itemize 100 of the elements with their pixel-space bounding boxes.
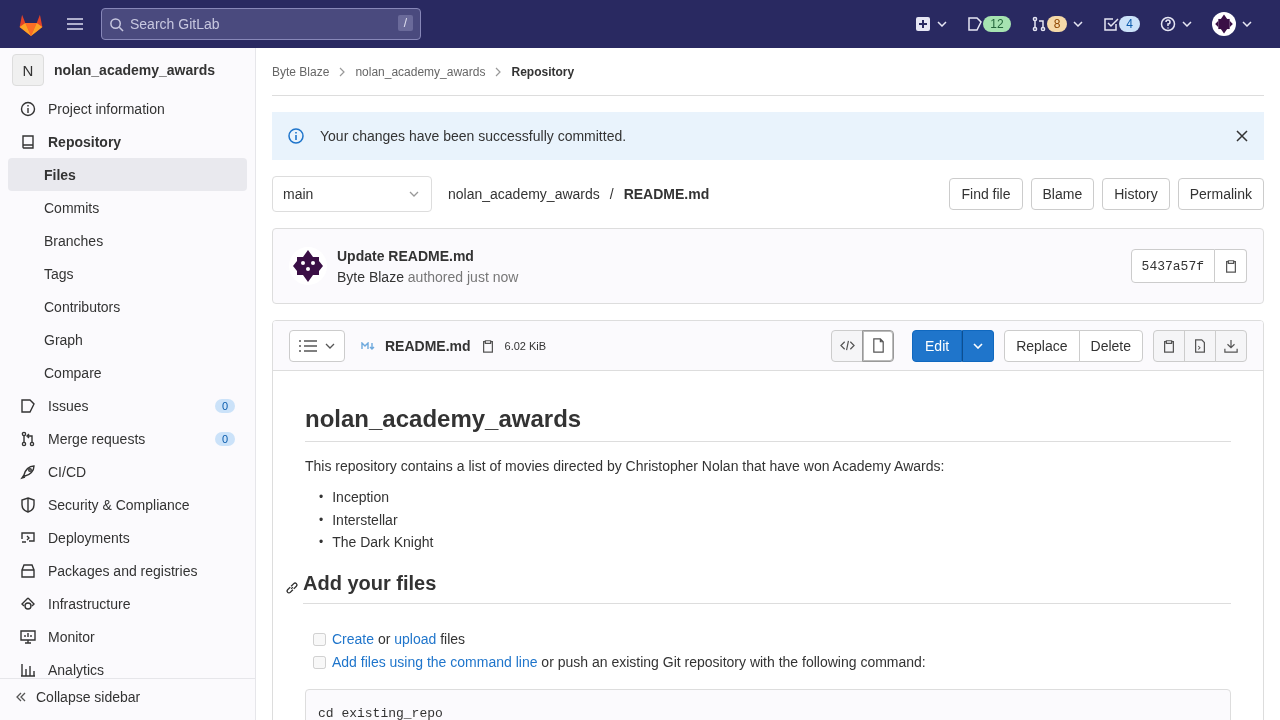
merge-requests-button[interactable]: 8 (1030, 12, 1084, 36)
close-icon[interactable] (1236, 130, 1248, 142)
sidebar-item[interactable]: Monitor (8, 620, 247, 653)
rocket-icon (20, 463, 36, 480)
task-text: Add files using the command line or push an existing Git repository with the following command: (332, 654, 926, 670)
bullet: • (319, 534, 324, 551)
clipboard-icon[interactable] (480, 338, 495, 353)
task-text: Create or upload files (332, 631, 466, 647)
file-action-button[interactable]: Permalink (1177, 178, 1264, 210)
chevron-down-icon (409, 191, 419, 197)
path-link[interactable]: README.md (623, 186, 710, 202)
info-icon (288, 128, 304, 144)
sidebar-item[interactable]: Security & Compliance (8, 488, 247, 521)
download-button[interactable] (1215, 329, 1247, 362)
sidebar-subitem[interactable]: Tags (8, 257, 247, 290)
section-heading: Add your files (303, 571, 1231, 604)
download-icon (1224, 338, 1238, 353)
text-link[interactable]: Create (332, 631, 375, 647)
sidebar-item[interactable]: Analytics (8, 653, 247, 678)
copy-button[interactable] (1215, 249, 1247, 283)
sidebar-item[interactable]: Merge requests 0 (8, 422, 247, 455)
breadcrumb-link[interactable]: Repository (511, 64, 575, 79)
list-item: The Dark Knight (332, 533, 434, 552)
sidebar-subitem[interactable]: Compare (8, 356, 247, 389)
text-link[interactable]: Add files using the command line (332, 654, 538, 670)
count-badge: 0 (214, 398, 235, 413)
sidebar-item[interactable]: CI/CD (8, 455, 247, 488)
breadcrumb-link[interactable]: Byte Blaze (272, 64, 330, 79)
bullet: • (319, 489, 324, 506)
deployment-icon (20, 529, 36, 546)
book-icon (20, 133, 36, 150)
clipboard-icon (1162, 338, 1176, 353)
chevron-down-icon (325, 342, 335, 349)
path-link[interactable]: nolan_academy_awards (448, 186, 600, 202)
list-icon (299, 339, 317, 352)
chart-icon (20, 661, 36, 678)
search-icon (109, 17, 124, 32)
copy-contents-button[interactable] (1153, 329, 1185, 362)
issue-icon (20, 397, 36, 414)
chevron-right-icon (339, 66, 346, 77)
file-size: 6.02 KiB (504, 339, 547, 352)
file-action-button[interactable]: Find file (949, 178, 1023, 210)
sidebar-subitem[interactable]: Contributors (8, 290, 247, 323)
project-avatar[interactable]: N (12, 54, 44, 86)
count-badge: 8 (1046, 16, 1068, 32)
list-item: Interstellar (332, 510, 398, 530)
edit-button[interactable]: Edit (912, 329, 963, 362)
info-icon (20, 100, 36, 117)
breadcrumb-link[interactable]: nolan_academy_awards (355, 64, 486, 79)
merge-request-icon (1030, 16, 1047, 32)
sidebar-subitem[interactable]: Files (8, 158, 247, 191)
todos-button[interactable]: 4 (1103, 12, 1140, 36)
avatar-icon (1212, 12, 1236, 36)
edit-dropdown-button[interactable] (962, 329, 995, 362)
rendered-view-button[interactable] (862, 329, 895, 362)
sidebar-item[interactable]: Deployments (8, 521, 247, 554)
commit-title[interactable]: Update README.md (337, 247, 1121, 264)
chevron-right-icon (495, 66, 502, 77)
sidebar-item[interactable]: Project information (8, 92, 247, 125)
chevron-down-icon (973, 342, 984, 349)
text-link[interactable]: upload (394, 631, 437, 647)
count-badge: 0 (214, 431, 235, 446)
sidebar-subitem[interactable]: Branches (8, 224, 247, 257)
file-icon (1193, 338, 1207, 353)
file-action-button[interactable]: Replace (1004, 329, 1080, 362)
code-line: cd existing_repo (318, 705, 443, 720)
checkbox-icon (1103, 16, 1120, 32)
alert-message: Your changes have been successfully committed. (320, 128, 628, 144)
outline-dropdown[interactable] (289, 329, 345, 362)
markdown-icon (361, 341, 375, 350)
sidebar-item[interactable]: Infrastructure (8, 587, 247, 620)
chevron-down-icon (937, 21, 948, 27)
link-icon[interactable] (285, 580, 299, 595)
sidebar-subitem[interactable]: Graph (8, 323, 247, 356)
plus-icon (915, 16, 932, 32)
sidebar-item[interactable]: Issues 0 (8, 389, 247, 422)
count-badge: 4 (1119, 16, 1140, 32)
clipboard-icon (1223, 259, 1238, 273)
shield-icon (20, 496, 36, 513)
commit-author[interactable]: Byte Blaze (337, 268, 404, 285)
open-raw-button[interactable] (1184, 329, 1216, 362)
issues-button[interactable]: 12 (967, 12, 1011, 36)
commit-sha[interactable]: 5437a57f (1130, 249, 1215, 283)
file-action-button[interactable]: History (1102, 178, 1170, 210)
sidebar-item[interactable]: Packages and registries (8, 554, 247, 587)
issue-icon (967, 16, 984, 32)
code-view-button[interactable] (831, 329, 864, 362)
readme-title: nolan_academy_awards (305, 405, 1231, 442)
chevron-down-icon (1073, 21, 1084, 27)
branch-dropdown[interactable]: main (272, 176, 432, 212)
chevron-down-icon (1182, 21, 1192, 27)
project-name[interactable]: nolan_academy_awards (54, 62, 216, 78)
sidebar-subitem[interactable]: Commits (8, 191, 247, 224)
readme-paragraph: This repository contains a list of movies directed by Christopher Nolan that have won Academy Awards: (305, 458, 946, 474)
double-chevron-left-icon (16, 691, 26, 702)
sidebar-item[interactable]: Repository (8, 125, 247, 158)
code-icon (839, 338, 855, 353)
menu-icon[interactable] (67, 18, 83, 30)
file-action-button[interactable]: Delete (1078, 329, 1143, 362)
file-action-button[interactable]: Blame (1030, 178, 1095, 210)
